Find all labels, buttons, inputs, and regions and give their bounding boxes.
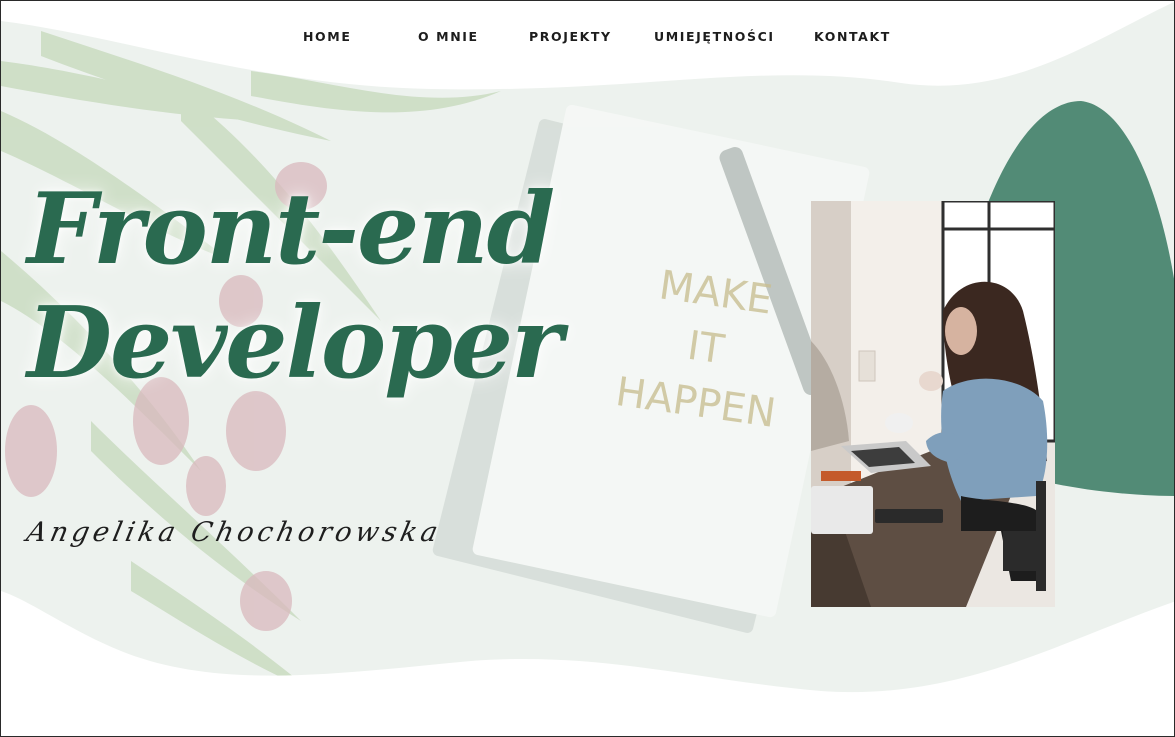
nav-item-projects[interactable]: PROJEKTY [529, 29, 612, 44]
title-line-2: Developer [27, 286, 563, 401]
nav-item-contact[interactable]: KONTAKT [814, 29, 891, 44]
page-title: Front-end Developer [27, 172, 563, 401]
nav-item-skills[interactable]: UMIEJĘTNOŚCI [654, 29, 775, 44]
hero-photo [811, 201, 1055, 607]
title-line-1: Front-end [27, 172, 555, 287]
notebook-text-2: IT [685, 323, 728, 374]
author-signature: Angelika Chochorowska [23, 517, 445, 548]
nav-item-home[interactable]: HOME [303, 29, 351, 44]
main-nav: HOME O MNIE PROJEKTY UMIEJĘTNOŚCI KONTAK… [1, 29, 1174, 49]
page-frame: MAKE IT HAPPEN HOME O MNIE PROJEKTY UMIE… [0, 0, 1175, 737]
nav-item-about[interactable]: O MNIE [418, 29, 479, 44]
